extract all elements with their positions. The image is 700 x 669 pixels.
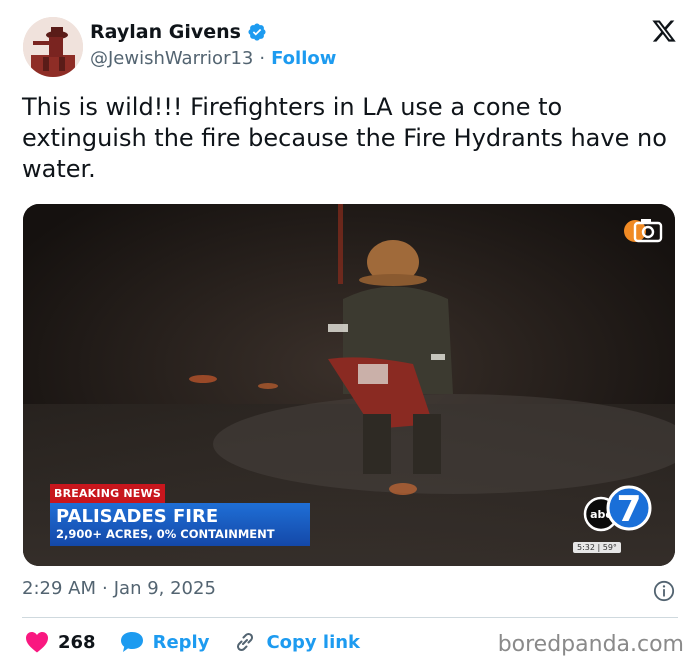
news-lower-third: BREAKING NEWS PALISADES FIRE 2,900+ ACRE… [50, 482, 310, 546]
reply-button[interactable]: Reply [120, 631, 210, 653]
like-button[interactable]: 268 [25, 631, 96, 653]
verified-badge-icon [248, 23, 266, 41]
copy-link-button[interactable]: Copy link [233, 630, 360, 654]
author-handle[interactable]: @JewishWarrior13 [90, 48, 253, 69]
like-count: 268 [58, 631, 96, 653]
news-banner: PALISADES FIRE 2,900+ ACRES, 0% CONTAINM… [50, 503, 310, 546]
tweet-timestamp[interactable]: 2:29 AM · Jan 9, 2025 [22, 578, 216, 599]
separator-dot: · [259, 48, 266, 69]
copy-link-label: Copy link [266, 631, 361, 653]
separator-dot: · [102, 578, 108, 599]
heart-icon [26, 632, 48, 653]
channel-number: 7 [616, 489, 641, 530]
breaking-news-label: BREAKING NEWS [50, 484, 165, 503]
avatar-image [23, 17, 83, 77]
tweet-time: 2:29 AM [22, 578, 96, 599]
time-temperature-bug: 5:32 | 59° [573, 542, 621, 553]
news-headline: PALISADES FIRE [56, 506, 219, 527]
author-display-name[interactable]: Raylan Givens [90, 21, 241, 43]
follow-button[interactable]: Follow [271, 48, 336, 69]
x-logo-icon[interactable] [650, 18, 678, 44]
link-icon [237, 632, 254, 652]
camera-icon [623, 216, 663, 246]
action-bar: 268 Reply Copy link [25, 630, 384, 654]
tweet-video[interactable]: BREAKING NEWS PALISADES FIRE 2,900+ ACRE… [23, 204, 675, 566]
tweet-text: This is wild!!! Firefighters in LA use a… [22, 93, 667, 183]
reply-bubble-icon [120, 632, 143, 652]
info-icon[interactable] [653, 580, 675, 602]
reply-label: Reply [152, 631, 210, 653]
tweet-date: Jan 9, 2025 [113, 578, 216, 599]
abc7-logo: abc 7 [581, 482, 653, 540]
divider [22, 617, 678, 618]
watermark: boredpanda.com [497, 632, 684, 657]
news-subheadline: 2,900+ ACRES, 0% CONTAINMENT [56, 527, 275, 541]
avatar[interactable] [23, 17, 83, 77]
